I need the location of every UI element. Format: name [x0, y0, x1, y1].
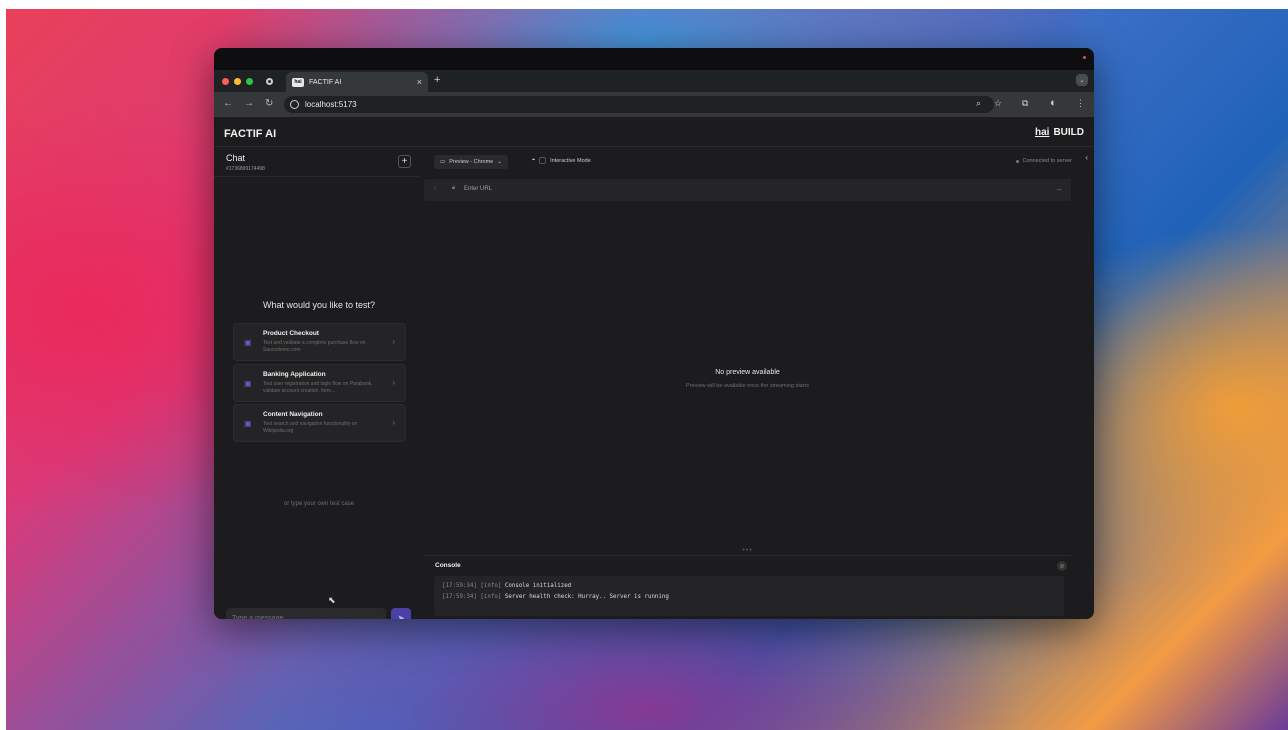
- preview-url-bar: ‹ 🔒︎ Enter URL →: [424, 179, 1071, 201]
- app-header: FACTIF AI hai BUILD: [214, 117, 1094, 147]
- close-icon[interactable]: ×: [417, 77, 422, 87]
- new-chat-button[interactable]: +: [398, 155, 411, 168]
- bookmark-star-icon[interactable]: ☆: [994, 98, 1002, 109]
- tab-title: FACTIF AI: [309, 78, 342, 86]
- bank-icon: ▣: [244, 379, 252, 388]
- book-icon: ▣: [244, 419, 252, 428]
- log-line: [17:59:34] [info] Server health check: H…: [442, 594, 669, 600]
- mouse-cursor-icon: ⬉: [328, 595, 336, 605]
- brand-hai: hai: [1034, 127, 1050, 138]
- camera-indicator-icon: [1083, 56, 1086, 59]
- message-input[interactable]: [226, 608, 386, 619]
- preview-url-input[interactable]: Enter URL: [464, 186, 492, 192]
- new-tab-button[interactable]: +: [434, 74, 440, 86]
- brand-build: BUILD: [1053, 127, 1084, 138]
- chat-session-id: #1736899174498: [226, 166, 265, 172]
- record-icon[interactable]: [266, 78, 273, 85]
- console-log: [17:59:34] [info] Console initialized [1…: [434, 576, 1064, 616]
- or-type-hint: or type your own test case: [283, 501, 355, 507]
- back-icon[interactable]: ←: [223, 98, 233, 109]
- cart-icon: ▣: [244, 338, 252, 347]
- card-description: Test user registration and login flow on…: [263, 381, 373, 394]
- send-button[interactable]: ➤: [391, 608, 411, 619]
- status-dot-icon: [1016, 159, 1020, 163]
- tab-search-button[interactable]: ⌄: [1076, 74, 1088, 86]
- menu-bar: [214, 48, 1094, 70]
- app-title: FACTIF AI: [224, 128, 277, 140]
- empty-preview-title: No preview available: [715, 369, 780, 376]
- browser-window: hai FACTIF AI × + ⌄ ← → ↻ localhost:5173…: [214, 48, 1094, 619]
- maximize-window-button[interactable]: [246, 78, 253, 85]
- chat-header: Chat #1736899174498 +: [214, 147, 419, 177]
- pointer-icon: ⌖: [532, 157, 536, 163]
- suggestion-card-product-checkout[interactable]: ▣ Product Checkout Test and validate a c…: [233, 323, 406, 361]
- card-description: Test search and navigation functionality…: [263, 421, 358, 434]
- chevron-down-icon: ⌄: [497, 159, 502, 165]
- mode-checkbox[interactable]: [539, 157, 547, 164]
- url-text: localhost:5173: [305, 100, 357, 109]
- card-description: Test and validate a complete purchase fl…: [263, 340, 366, 353]
- collapse-panel-icon[interactable]: ‹: [1085, 153, 1088, 162]
- factif-app: FACTIF AI hai BUILD Chat #1736899174498 …: [214, 117, 1094, 619]
- favicon-icon: hai: [292, 77, 304, 87]
- suggestion-card-content-navigation[interactable]: ▣ Content Navigation Test search and nav…: [233, 404, 406, 442]
- address-bar: ← → ↻ localhost:5173 ⌕ ☆ ⧉ ◐ ⋮: [214, 92, 1094, 117]
- card-title: Content Navigation: [263, 411, 323, 418]
- tab-strip: hai FACTIF AI × + ⌄: [214, 70, 1094, 92]
- empty-preview-subtitle: Preview will be available once the strea…: [686, 383, 809, 389]
- console-panel: Console ⊘ [17:59:34] [info] Console init…: [424, 555, 1071, 619]
- preview-toolbar: ▭ Preview - Chrome ⌄ ⌖ Interactive Mode …: [424, 147, 1094, 177]
- chevron-right-icon: ›: [392, 418, 395, 427]
- minimize-window-button[interactable]: [234, 78, 241, 85]
- lock-icon: 🔒︎: [452, 185, 456, 191]
- monitor-icon: ▭: [440, 159, 446, 165]
- prompt-question: What would you like to test?: [262, 300, 376, 310]
- go-arrow-icon[interactable]: →: [1055, 184, 1063, 193]
- interactive-mode-toggle[interactable]: ⌖ Interactive Mode: [532, 157, 591, 164]
- browser-tab[interactable]: hai FACTIF AI ×: [286, 72, 428, 92]
- resize-handle[interactable]: •••: [424, 547, 1071, 554]
- chevron-right-icon: ›: [392, 378, 395, 387]
- profile-avatar-icon[interactable]: ◐: [1050, 97, 1057, 109]
- more-menu-icon[interactable]: ⋮: [1076, 98, 1085, 109]
- site-info-icon[interactable]: [290, 100, 299, 109]
- preview-back-icon[interactable]: ‹: [434, 185, 436, 192]
- chevron-right-icon: ›: [392, 337, 395, 346]
- chat-title: Chat: [226, 153, 246, 163]
- mode-label: Interactive Mode: [550, 157, 591, 164]
- card-title: Banking Application: [263, 371, 326, 378]
- suggestion-card-banking-application[interactable]: ▣ Banking Application Test user registra…: [233, 364, 406, 402]
- clear-console-icon[interactable]: ⊘: [1057, 561, 1067, 571]
- preview-browser-select[interactable]: ▭ Preview - Chrome ⌄: [434, 155, 508, 169]
- close-window-button[interactable]: [222, 78, 229, 85]
- zoom-icon[interactable]: ⌕: [976, 98, 981, 109]
- brand-logo: hai BUILD: [1035, 127, 1084, 138]
- preview-select-label: Preview - Chrome: [449, 159, 494, 165]
- preview-panel: ▭ Preview - Chrome ⌄ ⌖ Interactive Mode …: [424, 147, 1094, 619]
- log-line: [17:59:34] [info] Console initialized: [442, 583, 572, 589]
- reload-icon[interactable]: ↻: [265, 98, 273, 109]
- extensions-icon[interactable]: ⧉: [1022, 98, 1028, 109]
- card-title: Product Checkout: [263, 330, 319, 337]
- chat-sidebar: Chat #1736899174498 + What would you lik…: [214, 147, 419, 619]
- forward-icon[interactable]: →: [244, 98, 254, 109]
- connection-status-text: Connected to server: [1022, 158, 1072, 164]
- console-title: Console: [435, 562, 461, 569]
- connection-status: Connected to server: [1016, 158, 1072, 164]
- url-omnibox[interactable]: localhost:5173: [284, 96, 994, 113]
